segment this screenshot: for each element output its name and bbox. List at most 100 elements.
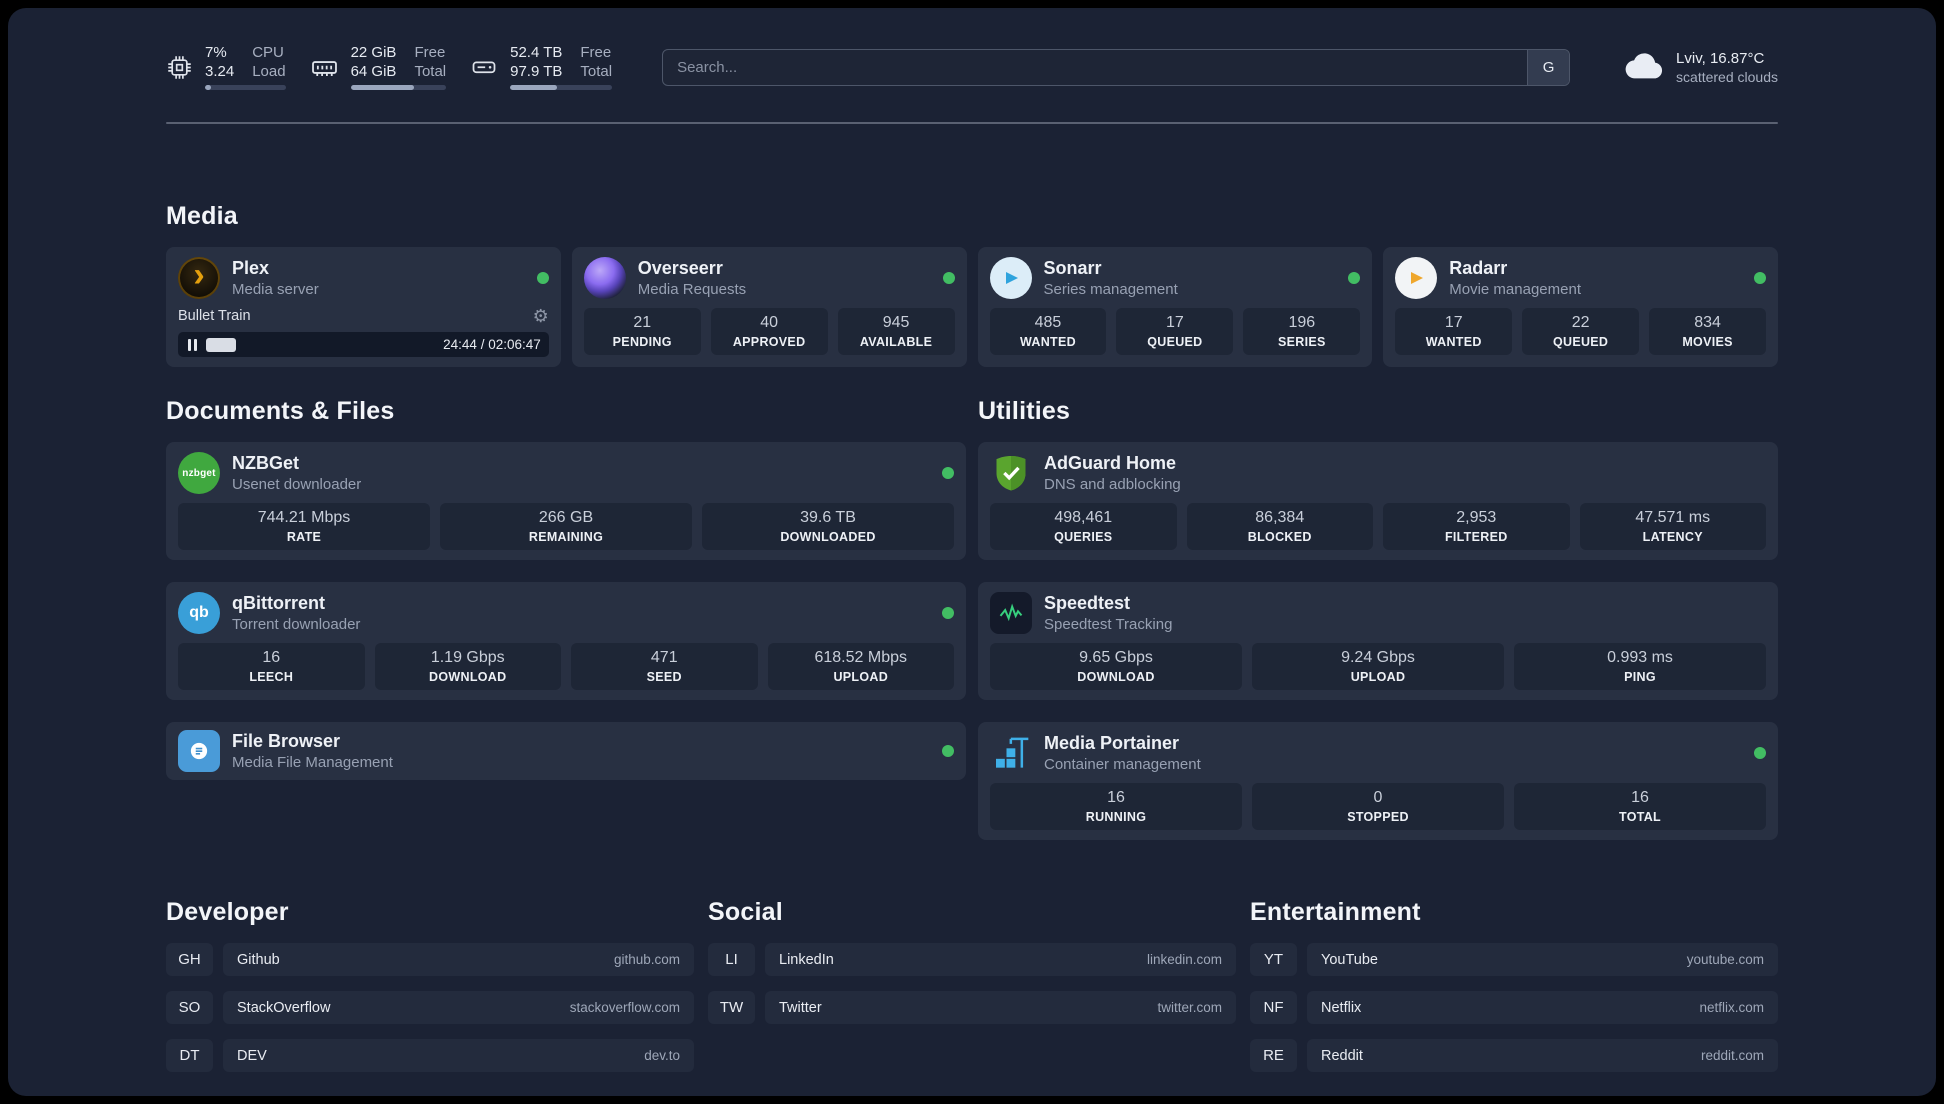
service-name: Sonarr: [1043, 258, 1102, 278]
disk-usage-bar: [510, 85, 613, 90]
search-bar[interactable]: G: [662, 48, 1571, 86]
stat-label: FILTERED: [1444, 530, 1508, 544]
service-subtitle: Container management: [1044, 756, 1201, 773]
service-subtitle: Series management: [1043, 281, 1178, 298]
bookmark-name: Twitter: [779, 999, 822, 1016]
bookmarks-entertainment: Entertainment YT YouTube youtube.com NF …: [1250, 898, 1778, 1087]
stat-value: 0: [1373, 789, 1383, 806]
plex-chevron: ›: [193, 256, 205, 294]
cpu-usage-bar-fill: [205, 85, 211, 90]
service-card-radarr[interactable]: Radarr Movie management 17 WANTED 22 QUE…: [1383, 247, 1778, 367]
service-name: AdGuard Home: [1044, 453, 1177, 473]
stat-box: 16 RUNNING: [990, 783, 1242, 830]
bookmark-dev[interactable]: DT DEV dev.to: [166, 1039, 694, 1072]
cpu-widget: 7% CPU 3.24 Load: [166, 44, 286, 90]
cpu-label: CPU: [252, 44, 284, 61]
cpu-percent: 7%: [205, 44, 227, 61]
disk-total-label: Total: [580, 63, 613, 80]
playback-progress-fill: [206, 337, 236, 352]
stat-value: 1.19 Gbps: [430, 649, 505, 666]
stat-value: 744.21 Mbps: [257, 509, 351, 526]
stat-box: 266 GB REMAINING: [440, 503, 692, 550]
bookmark-abbr: TW: [708, 991, 755, 1024]
stat-label: BLOCKED: [1247, 530, 1312, 544]
bookmark-twitter[interactable]: TW Twitter twitter.com: [708, 991, 1236, 1024]
status-dot: [942, 745, 954, 757]
bookmark-linkedin[interactable]: LI LinkedIn linkedin.com: [708, 943, 1236, 976]
search-input[interactable]: [663, 49, 1528, 85]
radarr-icon: [1395, 257, 1438, 299]
disk-widget: 52.4 TB Free 97.9 TB Total: [470, 44, 613, 90]
bookmark-abbr: DT: [166, 1039, 213, 1072]
stat-value: 471: [650, 649, 678, 666]
bookmark-name: StackOverflow: [237, 999, 331, 1016]
stat-label: STOPPED: [1347, 810, 1409, 824]
bookmark-url: netflix.com: [1699, 1000, 1764, 1015]
service-subtitle: Movie management: [1449, 281, 1581, 298]
service-card-speedtest[interactable]: Speedtest Speedtest Tracking 9.65 Gbps D…: [978, 582, 1778, 700]
service-name: Radarr: [1449, 258, 1508, 278]
playback-progress[interactable]: [206, 332, 435, 357]
media-player-bar: 24:44 / 02:06:47: [178, 332, 549, 357]
stat-value: 16: [262, 649, 281, 666]
stat-box: 17 WANTED: [1395, 308, 1513, 355]
stat-label: SERIES: [1277, 335, 1326, 349]
service-card-adguard[interactable]: AdGuard Home DNS and adblocking 498,461 …: [978, 442, 1778, 560]
bookmark-url: github.com: [613, 952, 680, 967]
stat-value: 2,953: [1456, 509, 1497, 526]
gear-icon[interactable]: ⚙: [533, 307, 549, 325]
service-subtitle: Media File Management: [232, 754, 393, 771]
stat-box: 40 APPROVED: [710, 308, 828, 355]
stat-value: 9.24 Gbps: [1341, 649, 1415, 666]
service-card-nzbget[interactable]: nzbget NZBGet Usenet downloader 744.21 M…: [166, 442, 966, 560]
stat-value: 618.52 Mbps: [814, 649, 907, 666]
bookmark-netflix[interactable]: NF Netflix netflix.com: [1250, 991, 1778, 1024]
qbittorrent-icon: qb: [178, 592, 220, 634]
service-card-qbittorrent[interactable]: qb qBittorrent Torrent downloader 16 LEE…: [166, 582, 966, 700]
bookmarks-developer: Developer GH Github github.com SO StackO…: [166, 898, 694, 1087]
bookmark-bar: YouTube youtube.com: [1307, 943, 1778, 976]
stat-box: 9.65 Gbps DOWNLOAD: [990, 643, 1242, 690]
ram-free-value: 22 GiB: [350, 44, 397, 61]
documents-column: Documents & Files nzbget NZBGet Usenet d…: [166, 397, 966, 780]
ram-usage-bar-fill: [350, 85, 414, 90]
service-subtitle: Torrent downloader: [232, 616, 361, 633]
stat-label: PENDING: [612, 335, 672, 349]
ram-total-value: 64 GiB: [350, 63, 397, 80]
stat-label: DOWNLOADED: [780, 530, 876, 544]
service-card-sonarr[interactable]: Sonarr Series management 485 WANTED 17 Q…: [977, 247, 1373, 367]
stat-label: SEED: [646, 670, 682, 684]
service-card-filebrowser[interactable]: File Browser Media File Management: [166, 722, 966, 780]
service-card-portainer[interactable]: Media Portainer Container management 16 …: [978, 722, 1778, 840]
bookmark-youtube[interactable]: YT YouTube youtube.com: [1250, 943, 1778, 976]
pause-button[interactable]: [186, 338, 198, 351]
service-card-plex[interactable]: › Plex Media server Bullet Train ⚙ 24:44…: [166, 247, 561, 367]
bookmark-reddit[interactable]: RE Reddit reddit.com: [1250, 1039, 1778, 1072]
disk-icon: [470, 53, 498, 81]
portainer-icon: [990, 732, 1032, 774]
bookmark-bar: Netflix netflix.com: [1307, 991, 1778, 1024]
stat-value: 16: [1631, 789, 1649, 806]
now-playing-title: Bullet Train: [178, 308, 251, 324]
service-name: Plex: [232, 258, 270, 278]
overseerr-icon: [583, 257, 626, 299]
stat-label: WANTED: [1019, 335, 1076, 349]
bookmark-github[interactable]: GH Github github.com: [166, 943, 694, 976]
nzbget-icon: nzbget: [178, 452, 220, 494]
stat-value: 22: [1571, 314, 1590, 331]
bookmark-name: Reddit: [1321, 1047, 1363, 1064]
cloud-icon: [1620, 50, 1664, 85]
bookmark-name: Github: [237, 951, 280, 968]
stat-label: REMAINING: [528, 530, 604, 544]
service-card-overseerr[interactable]: Overseerr Media Requests 21 PENDING 40 A…: [571, 247, 967, 367]
bookmark-stackoverflow[interactable]: SO StackOverflow stackoverflow.com: [166, 991, 694, 1024]
stat-value: 86,384: [1255, 509, 1305, 526]
disk-free-label: Free: [580, 44, 612, 61]
search-provider-button[interactable]: G: [1527, 49, 1570, 85]
bookmark-url: linkedin.com: [1146, 952, 1222, 967]
service-name: File Browser: [232, 731, 341, 751]
stat-value: 17: [1444, 314, 1463, 331]
bookmark-name: YouTube: [1321, 951, 1378, 968]
stat-box: 196 SERIES: [1243, 308, 1361, 355]
stat-box: 9.24 Gbps UPLOAD: [1252, 643, 1504, 690]
